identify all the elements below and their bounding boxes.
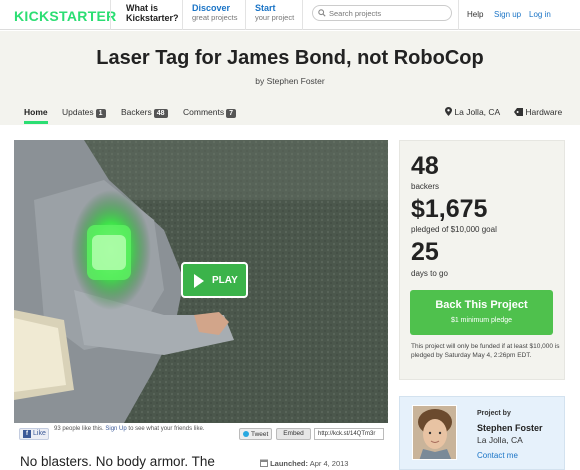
funding-stats: 48 backers $1,675 pledged of $10,000 goa… (399, 140, 565, 380)
nav-divider (458, 0, 459, 30)
facebook-like-button[interactable]: f Like (19, 428, 49, 440)
tab-label: Comments (183, 107, 225, 117)
minimum-pledge-label: $1 minimum pledge (450, 317, 513, 324)
backers-count: 48 (411, 152, 439, 180)
tab-home[interactable]: Home (24, 107, 48, 124)
nav-divider (302, 0, 303, 30)
launched-date-value: Apr 4, 2013 (309, 459, 349, 468)
project-byline[interactable]: by Stephen Foster (0, 76, 580, 86)
play-icon (194, 274, 204, 288)
contact-me-link[interactable]: Contact me (477, 451, 518, 460)
pledged-amount: $1,675 (411, 195, 488, 223)
like-count-text: 93 people like this. Sign Up to see what… (54, 426, 214, 433)
search-icon (318, 9, 326, 17)
start-label: Start (255, 3, 276, 13)
creator-location: La Jolla, CA (477, 435, 523, 445)
like-label: Like (33, 430, 46, 437)
tab-comments[interactable]: Comments 7 (183, 107, 236, 124)
category-link[interactable]: Hardware (514, 107, 562, 117)
launch-date: Launched: Apr 4, 2013 (260, 459, 348, 468)
logo-text: KICKSTARTER (14, 8, 117, 24)
back-button-label: Back This Project (435, 299, 528, 311)
tab-label: Updates (62, 107, 94, 117)
location-label: La Jolla, CA (454, 107, 501, 117)
twitter-bird-icon (243, 431, 249, 437)
discover-label: Discover (192, 3, 231, 13)
project-tabs: Home Updates 1 Backers 48 Comments 7 La Jol… (0, 104, 580, 124)
back-this-project-button[interactable]: Back This Project $1 minimum pledge (410, 290, 553, 335)
map-pin-icon (445, 107, 452, 116)
like-text-suffix: to see what your friends like. (128, 426, 205, 432)
category-label: Hardware (525, 107, 563, 117)
funding-note: This project will only be funded if at l… (411, 343, 560, 359)
project-video[interactable]: PLAY (14, 140, 388, 423)
tab-backers[interactable]: Backers 48 (121, 107, 168, 124)
nav-divider (245, 0, 246, 30)
location-link[interactable]: La Jolla, CA (445, 107, 500, 117)
what-is-label: What is (126, 3, 159, 13)
tweet-label: Tweet (251, 431, 269, 438)
embed-button[interactable]: Embed (276, 428, 311, 440)
discover-sublabel: great projects (192, 13, 238, 22)
search-box[interactable] (312, 5, 452, 21)
facebook-icon: f (23, 430, 31, 438)
start-link[interactable]: Start your project (255, 3, 294, 23)
tag-icon (514, 108, 523, 116)
count-badge: 48 (153, 109, 168, 118)
search-input[interactable] (329, 7, 447, 20)
nav-divider (182, 0, 183, 30)
project-blurb: No blasters. No body armor. The (20, 454, 215, 469)
facebook-sign-up-link[interactable]: Sign Up (105, 426, 126, 432)
creator-avatar[interactable] (412, 405, 457, 460)
avatar-image (413, 406, 456, 459)
like-count: 93 people like this. (54, 426, 104, 432)
tab-updates[interactable]: Updates 1 (62, 107, 106, 124)
short-url-field[interactable]: http://kck.st/14QTm3r (314, 428, 384, 440)
project-by-label: Project by (477, 410, 511, 417)
days-left-count: 25 (411, 238, 439, 266)
creator-name[interactable]: Stephen Foster (477, 423, 543, 433)
count-badge: 1 (95, 109, 106, 118)
play-button[interactable]: PLAY (181, 262, 248, 298)
calendar-icon (260, 459, 268, 467)
backers-label: backers (411, 182, 440, 191)
start-sublabel: your project (255, 13, 295, 22)
creator-card: Project by Stephen Foster La Jolla, CA C… (399, 396, 565, 470)
sign-up-link[interactable]: Sign up (494, 10, 521, 19)
nav-divider (110, 0, 111, 30)
tab-label: Home (24, 107, 48, 117)
kickstarter-logo[interactable]: KICKSTARTER (14, 8, 117, 24)
top-nav: KICKSTARTER What is Kickstarter? Discove… (0, 0, 580, 30)
count-badge: 7 (226, 109, 236, 118)
log-in-link[interactable]: Log in (529, 10, 551, 19)
days-left-label: days to go (411, 269, 448, 278)
what-is-kickstarter-link[interactable]: What is Kickstarter? (126, 3, 179, 23)
play-label: PLAY (212, 275, 238, 286)
what-is-sublabel: Kickstarter? (126, 13, 179, 23)
discover-link[interactable]: Discover great projects (192, 3, 237, 23)
tweet-button[interactable]: Tweet (239, 428, 272, 440)
launched-label: Launched: (270, 459, 309, 468)
project-title: Laser Tag for James Bond, not RoboCop (96, 47, 484, 69)
pledged-label: pledged of $10,000 goal (411, 225, 497, 234)
help-link[interactable]: Help (467, 10, 483, 19)
tab-label: Backers (121, 107, 152, 117)
social-share-row: f Like 93 people like this. Sign Up to s… (14, 426, 388, 442)
